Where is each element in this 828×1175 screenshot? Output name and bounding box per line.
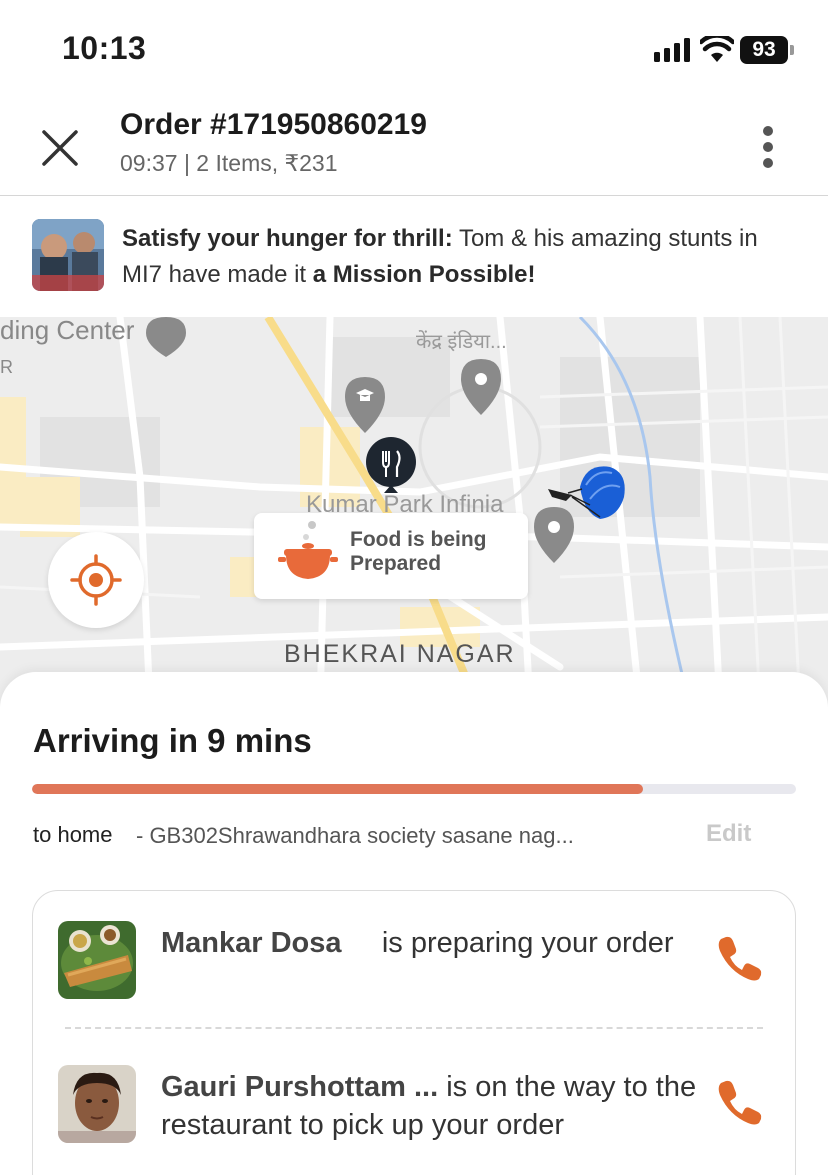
- delivery-address: - GB302Shrawandhara society sasane nag..…: [136, 823, 574, 848]
- live-map[interactable]: ding Center R केंद्र इंडिया... Kumar Par…: [0, 317, 828, 707]
- progress-fill: [32, 784, 644, 794]
- edit-address-button[interactable]: Edit: [706, 820, 751, 848]
- rider-avatar: [58, 1065, 136, 1143]
- restaurant-status: is preparing your order: [381, 927, 674, 959]
- restaurant-name: Mankar Dosa: [161, 927, 342, 959]
- map-label-kendra-india: केंद्र इंडिया...: [416, 331, 507, 353]
- promo-banner[interactable]: Satisfy your hunger for thrill: Tom & hi…: [0, 197, 828, 317]
- crosshair-icon: [70, 554, 122, 606]
- order-title: Order #171950860219: [120, 108, 427, 141]
- cooking-pot-icon: [278, 521, 338, 579]
- arrival-eta: Arriving in 9 mins: [33, 722, 312, 759]
- cellular-signal-icon: [654, 38, 690, 62]
- restaurant-status-text: Mankar Dosa is preparing your order: [161, 924, 701, 962]
- order-summary: 09:37 | 2 Items, ₹231: [120, 150, 338, 176]
- order-header: Order #171950860219 09:37 | 2 Items, ₹23…: [0, 100, 828, 196]
- battery-level: 93: [740, 36, 788, 64]
- call-rider-phone-icon[interactable]: [715, 1077, 765, 1127]
- restaurant-row: Mankar Dosa is preparing your order: [33, 921, 797, 1003]
- recenter-location-button[interactable]: [48, 532, 144, 628]
- promo-bold-tail: a Mission Possible!: [312, 261, 536, 288]
- status-bar: 10:13 93: [0, 0, 828, 100]
- wifi-icon: [700, 36, 734, 62]
- divider: [65, 1027, 763, 1029]
- battery-icon: 93: [740, 36, 794, 64]
- restaurant-thumbnail: [58, 921, 136, 999]
- food-status-card: Food is being Prepared: [254, 513, 528, 599]
- delivery-destination-label: to home: [33, 822, 113, 847]
- map-label-building-center: ding Center: [0, 317, 135, 345]
- close-icon[interactable]: [34, 122, 86, 174]
- order-status-sheet: Arriving in 9 mins to home - GB302Shrawa…: [0, 672, 828, 1175]
- promo-bold-lead: Satisfy your hunger for thrill:: [122, 225, 453, 252]
- rider-status-text: Gauri Purshottam ... is on the way to th…: [161, 1068, 701, 1144]
- map-label-r: R: [0, 357, 13, 377]
- status-time: 10:13: [62, 30, 147, 66]
- more-options-icon[interactable]: [748, 122, 788, 172]
- rider-name: Gauri Purshottam ...: [161, 1071, 439, 1103]
- movie-poster-image: [32, 219, 104, 291]
- map-label-bhekrai-nagar: BHEKRAI NAGAR: [284, 640, 516, 668]
- promo-text: Satisfy your hunger for thrill: Tom & hi…: [122, 221, 802, 293]
- call-restaurant-phone-icon[interactable]: [715, 933, 765, 983]
- delivery-progress-bar: [32, 784, 796, 794]
- rider-row: Gauri Purshottam ... is on the way to th…: [33, 1065, 797, 1147]
- food-status-text: Food is being Prepared: [350, 528, 487, 575]
- order-participants-card: Mankar Dosa is preparing your order Gaur…: [32, 890, 796, 1175]
